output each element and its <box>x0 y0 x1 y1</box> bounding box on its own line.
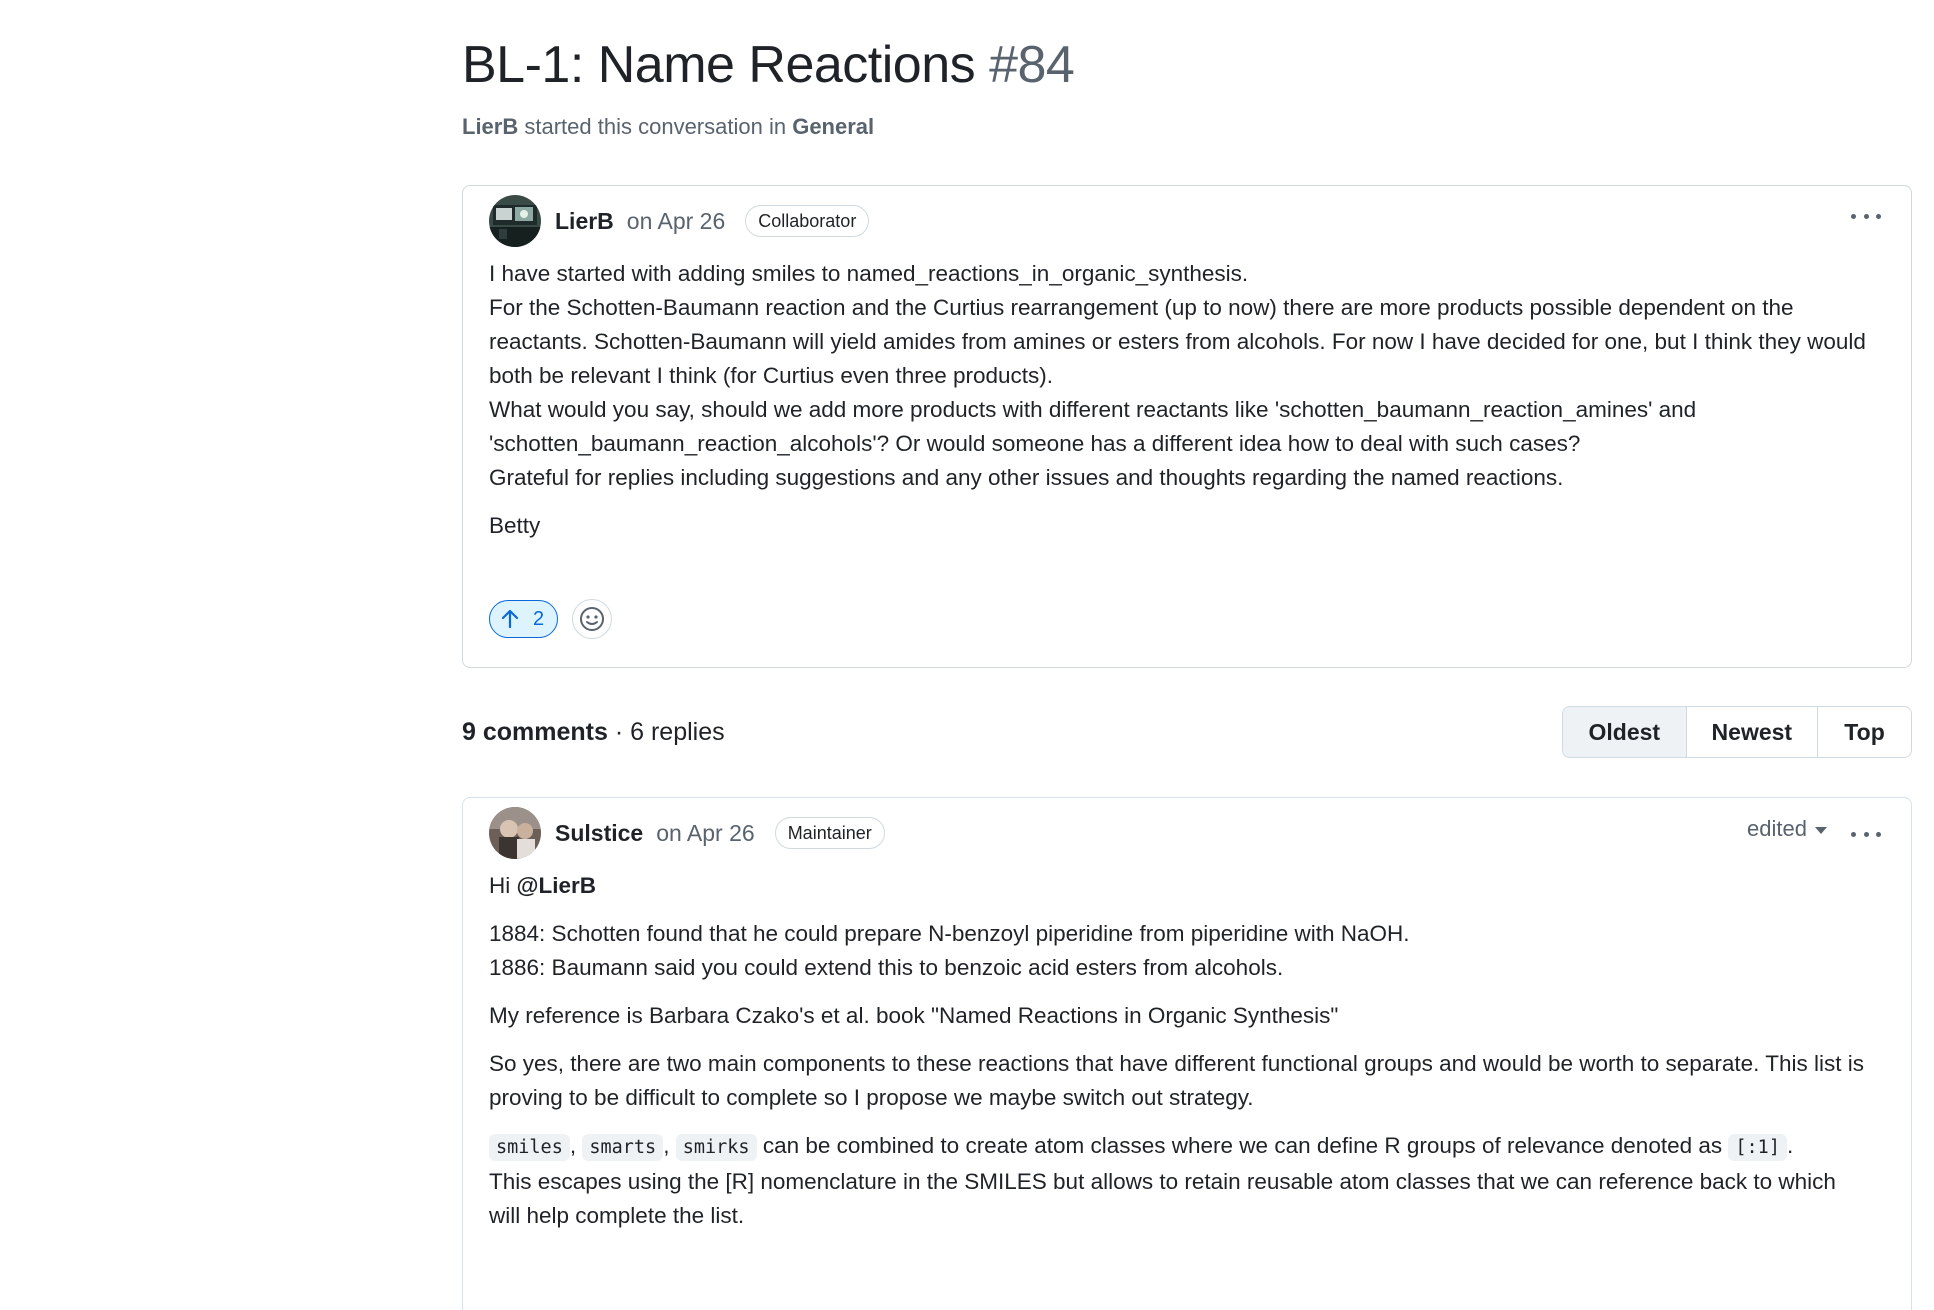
smiley-icon <box>580 607 605 631</box>
upvote-count: 2 <box>533 607 545 630</box>
kebab-horizontal-icon <box>1851 831 1856 837</box>
avatar[interactable] <box>489 195 541 247</box>
edited-dropdown[interactable]: edited <box>1747 816 1827 842</box>
comment-paragraph: smiles, smarts, smirks can be combined t… <box>489 1133 1836 1228</box>
sort-toggle: Oldest Newest Top <box>1562 706 1912 758</box>
comment-paragraph: So yes, there are two main components to… <box>489 1051 1864 1110</box>
post-paragraph: I have started with adding smiles to nam… <box>489 261 1249 286</box>
replies-count: 6 replies <box>630 718 725 746</box>
post-paragraph: For the Schotten-Baumann reaction and th… <box>489 295 1866 388</box>
kebab-horizontal-icon <box>1851 213 1856 219</box>
discussion-meta: LierB started this conversation in Gener… <box>462 114 874 140</box>
inline-code: smiles <box>489 1134 570 1161</box>
post-header: LierB on Apr 26 Collaborator <box>489 194 870 248</box>
comment-card: Sulstice on Apr 26 Maintainer edited Hi … <box>462 797 1912 1310</box>
starter-link[interactable]: LierB <box>462 114 518 139</box>
reactions-bar: 2 <box>489 599 613 639</box>
post-body: I have started with adding smiles to nam… <box>489 257 1871 543</box>
post-menu-button[interactable] <box>1851 212 1881 220</box>
inline-code: smarts <box>582 1134 664 1161</box>
comments-count: 9 comments <box>462 718 608 746</box>
summary-separator: · <box>614 718 624 746</box>
comment-greeting: Hi @LierB <box>489 873 596 898</box>
comment-menu-button[interactable] <box>1851 830 1881 838</box>
discussion-number: #84 <box>989 36 1075 94</box>
page-title: BL-1: Name Reactions #84 <box>462 30 1075 100</box>
comment-paragraph: 1884: Schotten found that he could prepa… <box>489 921 1410 946</box>
post-author[interactable]: LierB <box>555 208 614 235</box>
caret-down-icon <box>1815 827 1827 834</box>
started-text: started this conversation in <box>524 114 787 139</box>
post-date[interactable]: on Apr 26 <box>627 208 725 235</box>
inline-code: [:1] <box>1728 1134 1787 1161</box>
discussion-page: BL-1: Name Reactions #84 LierB started t… <box>0 0 1934 1310</box>
arrow-up-icon <box>501 609 519 629</box>
role-badge: Collaborator <box>745 205 870 237</box>
role-badge: Maintainer <box>774 817 885 849</box>
post-paragraph: What would you say, should we add more p… <box>489 397 1697 456</box>
comment-paragraph: 1886: Baumann said you could extend this… <box>489 955 1284 980</box>
user-mention[interactable]: @LierB <box>517 873 596 898</box>
comment-author[interactable]: Sulstice <box>555 820 643 847</box>
avatar[interactable] <box>489 807 541 859</box>
title-text: BL-1: Name Reactions <box>462 36 976 94</box>
comment-paragraph: My reference is Barbara Czako's et al. b… <box>489 1003 1339 1028</box>
sort-oldest-button[interactable]: Oldest <box>1563 707 1687 757</box>
comment-date[interactable]: on Apr 26 <box>656 820 754 847</box>
comment-header: Sulstice on Apr 26 Maintainer <box>489 806 885 860</box>
comment-body: Hi @LierB 1884: Schotten found that he c… <box>489 869 1871 1233</box>
category-link[interactable]: General <box>792 114 874 139</box>
inline-code: smirks <box>675 1134 757 1161</box>
edited-label: edited <box>1747 816 1807 841</box>
original-post: LierB on Apr 26 Collaborator I have star… <box>462 185 1912 668</box>
post-paragraph: Grateful for replies including suggestio… <box>489 465 1564 490</box>
comments-summary: 9 comments · 6 replies <box>462 718 725 747</box>
sort-top-button[interactable]: Top <box>1818 707 1911 757</box>
upvote-button[interactable]: 2 <box>489 600 559 638</box>
sort-newest-button[interactable]: Newest <box>1686 707 1819 757</box>
add-reaction-button[interactable] <box>572 599 613 639</box>
post-signature: Betty <box>489 513 541 538</box>
